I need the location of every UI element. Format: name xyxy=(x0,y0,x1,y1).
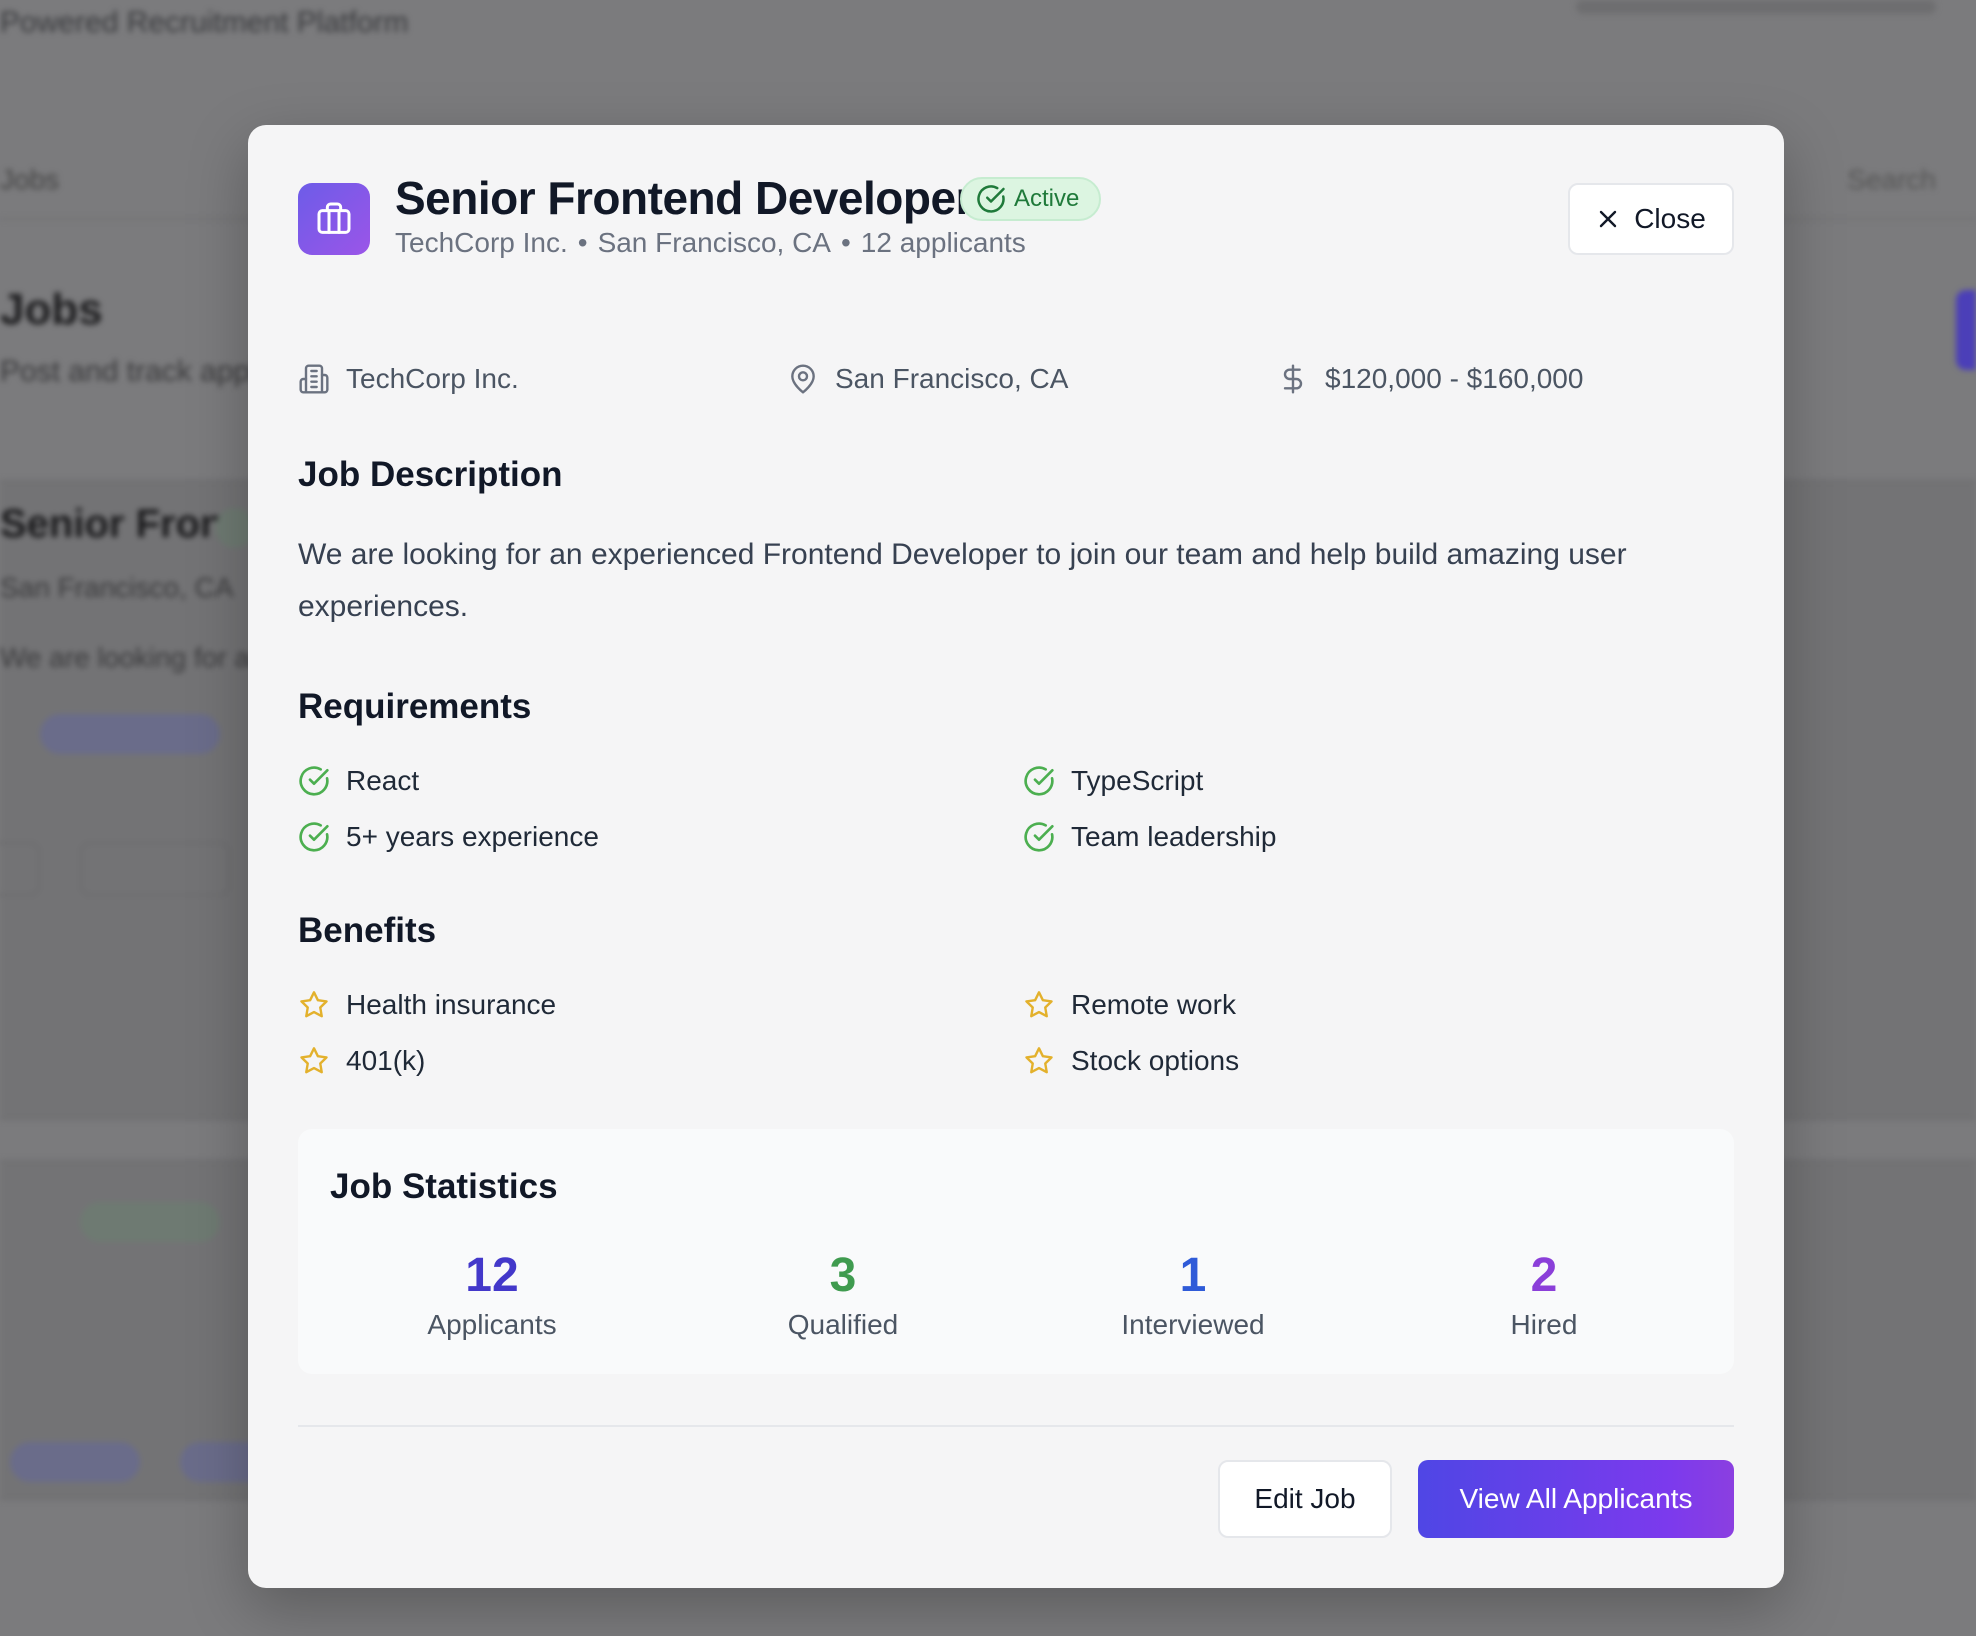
stat-hired: 2 Hired xyxy=(1414,1249,1674,1341)
benefit-label: Health insurance xyxy=(346,989,557,1020)
requirements-heading: Requirements xyxy=(298,687,532,726)
meta-salary: $120,000 - $160,000 xyxy=(1277,357,1583,401)
benefit-label: Stock options xyxy=(1071,1045,1240,1076)
stat-value: 12 xyxy=(465,1249,519,1302)
background-page-heading: Jobs xyxy=(0,285,103,334)
background-nav-item: Jobs xyxy=(0,164,60,195)
background-tag xyxy=(40,714,220,754)
statistics-heading: Job Statistics xyxy=(330,1167,558,1206)
meta-location: San Francisco, CA xyxy=(787,357,1068,401)
subtitle-location: San Francisco, CA xyxy=(597,227,831,258)
stat-label: Hired xyxy=(1510,1309,1578,1340)
stat-value: 1 xyxy=(1179,1249,1207,1302)
subtitle-company: TechCorp Inc. xyxy=(395,227,568,258)
requirement-item: TypeScript xyxy=(1023,761,1203,801)
check-circle-icon xyxy=(1024,766,1054,796)
background-tag xyxy=(10,1442,140,1482)
benefit-label: Remote work xyxy=(1071,989,1236,1020)
close-button-label: Close xyxy=(1634,203,1706,234)
meta-location-label: San Francisco, CA xyxy=(835,363,1069,394)
meta-salary-label: $120,000 - $160,000 xyxy=(1325,363,1584,394)
background-topbar-actions xyxy=(1576,0,1936,14)
star-icon xyxy=(1025,1047,1053,1074)
benefits-heading: Benefits xyxy=(298,911,437,950)
requirement-item: 5+ years experience xyxy=(298,817,599,857)
stat-label: Interviewed xyxy=(1121,1309,1265,1340)
status-badge: Active xyxy=(960,177,1102,221)
benefit-item: Remote work xyxy=(1023,985,1236,1025)
close-icon xyxy=(1600,210,1617,228)
stat-value: 2 xyxy=(1530,1249,1558,1302)
benefit-item: Health insurance xyxy=(298,985,556,1025)
job-subtitle: TechCorp Inc. • San Francisco, CA • 12 appli… xyxy=(395,227,1026,258)
stat-value: 3 xyxy=(829,1249,857,1302)
benefit-item: 401(k) xyxy=(298,1041,425,1081)
background-search: Search xyxy=(1847,164,1936,195)
stat-qualified: 3 Qualified xyxy=(713,1249,973,1341)
stat-applicants: 12 Applicants xyxy=(362,1249,622,1341)
stat-interviewed: 1 Interviewed xyxy=(1063,1249,1323,1341)
description-heading: Job Description xyxy=(298,455,563,494)
meta-company-label: TechCorp Inc. xyxy=(346,363,519,394)
close-button[interactable]: Close xyxy=(1568,183,1734,255)
requirement-label: 5+ years experience xyxy=(346,821,599,852)
building-icon xyxy=(299,364,329,394)
star-icon xyxy=(300,1047,328,1074)
background-status-pill xyxy=(80,1202,220,1242)
meta-company: TechCorp Inc. xyxy=(298,357,519,401)
background-button xyxy=(80,842,230,896)
requirement-item: Team leadership xyxy=(1023,817,1276,857)
check-circle-icon xyxy=(299,822,329,852)
stat-label: Qualified xyxy=(787,1309,899,1340)
background-job-meta: San Francisco, CA xyxy=(0,572,234,603)
check-circle-icon xyxy=(977,185,1005,213)
background-topbar: Powered Recruitment Platform xyxy=(0,0,1976,60)
map-pin-icon xyxy=(791,364,815,394)
benefit-label: 401(k) xyxy=(346,1045,426,1076)
star-icon xyxy=(300,991,328,1018)
dollar-icon xyxy=(1283,364,1303,394)
check-circle-icon xyxy=(1024,822,1054,852)
edit-job-button[interactable]: Edit Job xyxy=(1218,1460,1392,1538)
status-badge-label: Active xyxy=(1014,185,1080,212)
benefit-item: Stock options xyxy=(1023,1041,1239,1081)
background-brand: Powered Recruitment Platform xyxy=(0,6,409,39)
footer-divider xyxy=(298,1425,1734,1427)
star-icon xyxy=(1025,991,1053,1018)
background-primary-button xyxy=(1956,290,1976,370)
job-statistics-panel: Job Statistics 12 Applicants 3 Qualified… xyxy=(298,1129,1734,1374)
check-circle-icon xyxy=(299,766,329,796)
view-all-applicants-button[interactable]: View All Applicants xyxy=(1418,1460,1734,1538)
requirement-label: Team leadership xyxy=(1071,821,1277,852)
briefcase-icon xyxy=(298,183,370,255)
background-button xyxy=(0,842,40,896)
requirement-label: React xyxy=(346,765,420,796)
stat-label: Applicants xyxy=(427,1309,557,1340)
job-description: We are looking for an experienced Fronte… xyxy=(298,538,1627,623)
requirement-label: TypeScript xyxy=(1071,765,1204,796)
subtitle-applicants: 12 applicants xyxy=(860,227,1026,258)
job-title: Senior Frontend Developer xyxy=(395,172,973,224)
job-details-modal: Senior Frontend Developer Active TechCor… xyxy=(248,125,1784,1588)
requirement-item: React xyxy=(298,761,419,801)
